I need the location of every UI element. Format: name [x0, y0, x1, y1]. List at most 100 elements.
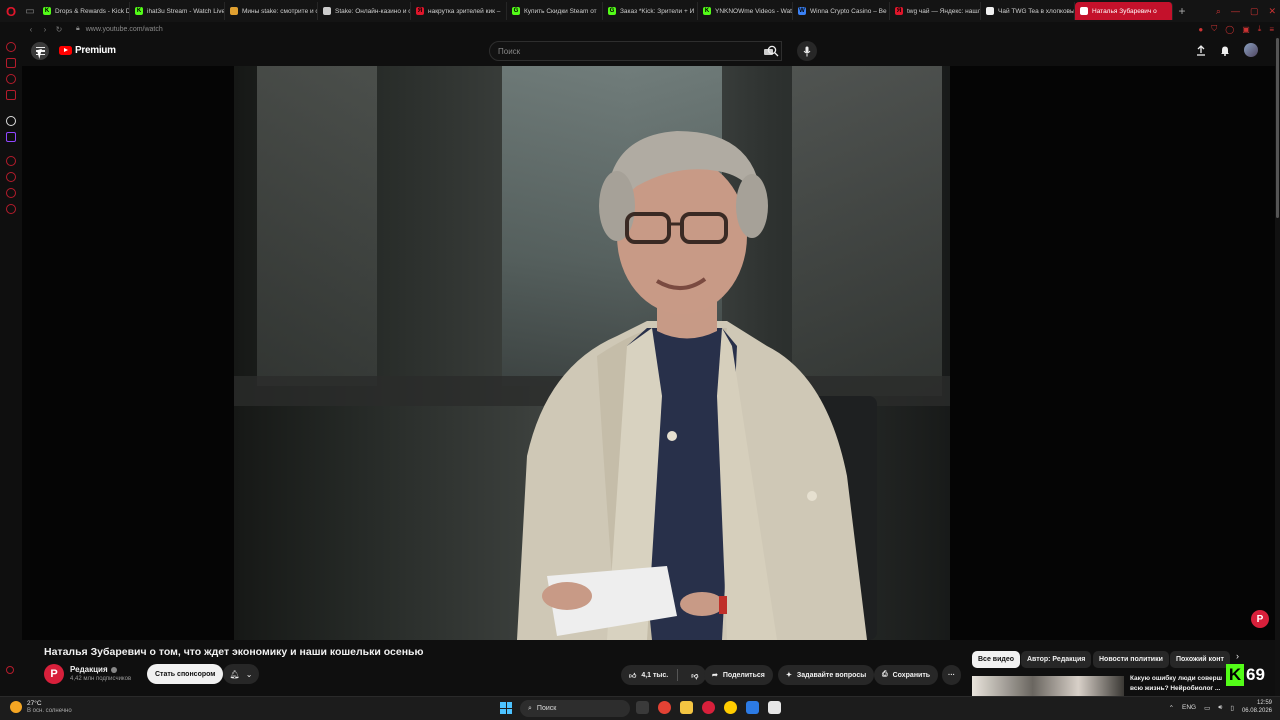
download-icon[interactable]: ⤓: [1258, 24, 1262, 34]
account-avatar[interactable]: [1244, 43, 1258, 57]
browser-tab[interactable]: Наталья Зубаревич о: [1075, 2, 1173, 20]
search-input[interactable]: Поиск: [489, 41, 782, 61]
tab-favicon-icon: K: [43, 7, 51, 15]
channel-avatar[interactable]: Р: [44, 664, 64, 684]
video-player[interactable]: Р: [22, 66, 1275, 640]
sidebar-messenger-icon[interactable]: [6, 74, 16, 84]
close-window-button[interactable]: ✕: [1268, 6, 1276, 17]
tab-favicon-icon: K: [135, 7, 143, 15]
opera-icon[interactable]: [702, 701, 715, 714]
volume-icon[interactable]: 🔊︎: [1218, 704, 1222, 712]
weather-widget[interactable]: 27°C В осн. солнечно: [10, 700, 72, 714]
sidebar-ai-icon[interactable]: [6, 116, 16, 126]
recommended-video-title[interactable]: Какую ошибку люди соверш всю жизнь? Нейр…: [1130, 674, 1230, 694]
battery-icon[interactable]: ▯: [1230, 704, 1234, 712]
channel-watermark[interactable]: Р: [1251, 610, 1269, 628]
chevron-down-icon: ⌄: [245, 669, 253, 679]
page-scrollbar[interactable]: [1275, 36, 1280, 720]
sidebar-settings-icon[interactable]: [6, 204, 16, 214]
recommended-video-thumbnail[interactable]: [972, 676, 1124, 696]
sparkle-icon: ✦: [786, 672, 792, 679]
browser-tab[interactable]: Kihat3u Stream - Watch Live: [130, 2, 225, 20]
chip-similar-content[interactable]: Похожий конт: [1170, 651, 1230, 668]
browser-tab[interactable]: K YNKNOWme Videos - Wat: [698, 2, 793, 20]
channel-name-link[interactable]: Редакция: [70, 665, 117, 674]
language-indicator[interactable]: ENG: [1182, 704, 1196, 711]
tab-label: ihat3u Stream - Watch Live: [147, 7, 225, 15]
browser-tab[interactable]: Stake: Онлайн-казино и с: [318, 2, 411, 20]
sidebar-bookmark-icon[interactable]: [6, 58, 16, 68]
record-icon[interactable]: ●: [1198, 25, 1203, 34]
yandex-browser-icon[interactable]: [724, 701, 737, 714]
pinned-apps: [636, 701, 781, 714]
notifications-icon[interactable]: [1220, 45, 1230, 56]
reload-icon[interactable]: ↻: [52, 25, 66, 34]
tab-menu-icon[interactable]: ▭: [22, 0, 38, 22]
sidebar-instagram-icon[interactable]: [6, 90, 16, 100]
search-icon: [767, 45, 779, 57]
tab-label: Купить Скидки Steam от: [524, 7, 597, 15]
sidebar-twitch-icon[interactable]: [6, 132, 16, 142]
opera-logo-icon[interactable]: O: [0, 0, 22, 22]
chrome-icon[interactable]: [658, 701, 671, 714]
file-explorer-icon[interactable]: [680, 701, 693, 714]
subscription-bell-button[interactable]: 🔔︎ ⌄: [223, 664, 259, 684]
chips-next-icon[interactable]: ›: [1236, 651, 1239, 661]
sidebar-clock-icon[interactable]: [6, 172, 16, 182]
url-field[interactable]: 🔒︎ www.youtube.com/watch: [76, 25, 163, 33]
more-actions-button[interactable]: ···: [942, 665, 961, 685]
youtube-logo[interactable]: Premium: [59, 45, 116, 56]
thumbs-down-icon[interactable]: 👎︎: [683, 671, 706, 680]
chat-icon[interactable]: ◯: [1225, 25, 1234, 34]
tab-favicon-icon: [1080, 7, 1088, 15]
sidebar-music-icon[interactable]: [6, 156, 16, 166]
youtube-header: Premium Поиск: [22, 36, 1280, 66]
browser-tab[interactable]: W Winna Crypto Casino – Be: [793, 2, 890, 20]
browser-tab[interactable]: Чай TWG Tea в хлопковы: [981, 2, 1075, 20]
search-button[interactable]: [762, 41, 784, 61]
new-tab-button[interactable]: +: [1173, 4, 1191, 18]
upload-icon[interactable]: [1196, 44, 1206, 56]
channel-name: Редакция: [70, 665, 108, 674]
browser-tab[interactable]: G Купить Скидки Steam от: [507, 2, 603, 20]
camera-icon[interactable]: ▣: [1242, 25, 1250, 34]
app-icon[interactable]: [768, 701, 781, 714]
browser-tab[interactable]: G Заказ *Kick: Зрители + И: [603, 2, 698, 20]
tab-label: Winna Crypto Casino – Be: [810, 7, 887, 15]
sidebar-history-icon[interactable]: [6, 42, 16, 52]
search-placeholder: Поиск: [498, 46, 521, 56]
sidebar-more-icon[interactable]: [6, 666, 14, 674]
browser-tab[interactable]: Яtwg чай — Яндекс: нашл: [890, 2, 981, 20]
ask-questions-button[interactable]: ✦ Задавайте вопросы: [778, 665, 875, 685]
minimize-button[interactable]: —: [1231, 6, 1240, 16]
voice-search-button[interactable]: [797, 41, 817, 61]
save-button[interactable]: ⎙ Сохранить: [874, 665, 939, 685]
youtube-play-icon: [59, 46, 72, 55]
tray-overflow-icon[interactable]: ⌃: [1169, 704, 1174, 712]
chip-author[interactable]: Автор: Редакция: [1021, 651, 1092, 668]
search-tabs-icon[interactable]: ⌕: [1216, 6, 1221, 17]
share-button[interactable]: ➦ Поделиться: [704, 665, 773, 685]
tab-favicon-icon: Я: [895, 7, 903, 15]
tab-favicon-icon: G: [608, 7, 616, 15]
taskbar-search[interactable]: ⌕ Поиск: [520, 700, 630, 717]
like-button[interactable]: 👍︎ 4,1 тыс. 👎︎: [621, 665, 707, 685]
join-sponsor-button[interactable]: Стать спонсором: [147, 664, 224, 684]
browser-tab[interactable]: Мины stake: смотрите и с: [225, 2, 318, 20]
task-view-icon[interactable]: [636, 701, 649, 714]
browser-tab[interactable]: Янакрутка зрителей кик –: [411, 2, 507, 20]
network-icon[interactable]: ▭: [1204, 704, 1210, 712]
menu-icon[interactable]: ≡: [1269, 25, 1274, 34]
browser-tab[interactable]: K Drops & Rewards - Kick Dr: [38, 2, 130, 20]
forward-icon[interactable]: ›: [38, 25, 52, 34]
back-icon[interactable]: ‹: [24, 25, 38, 34]
chip-politics-news[interactable]: Новости политики: [1093, 651, 1169, 668]
sidebar-chat-icon[interactable]: [6, 188, 16, 198]
tasks-app-icon[interactable]: [746, 701, 759, 714]
clock[interactable]: 12:59 06.08.2026: [1242, 700, 1272, 716]
start-button[interactable]: [500, 702, 512, 714]
maximize-button[interactable]: ▢: [1250, 6, 1259, 17]
chip-all-videos[interactable]: Все видео: [972, 651, 1021, 668]
shield-icon[interactable]: ⛉: [1211, 24, 1217, 34]
scrollbar-thumb[interactable]: [1276, 38, 1279, 218]
